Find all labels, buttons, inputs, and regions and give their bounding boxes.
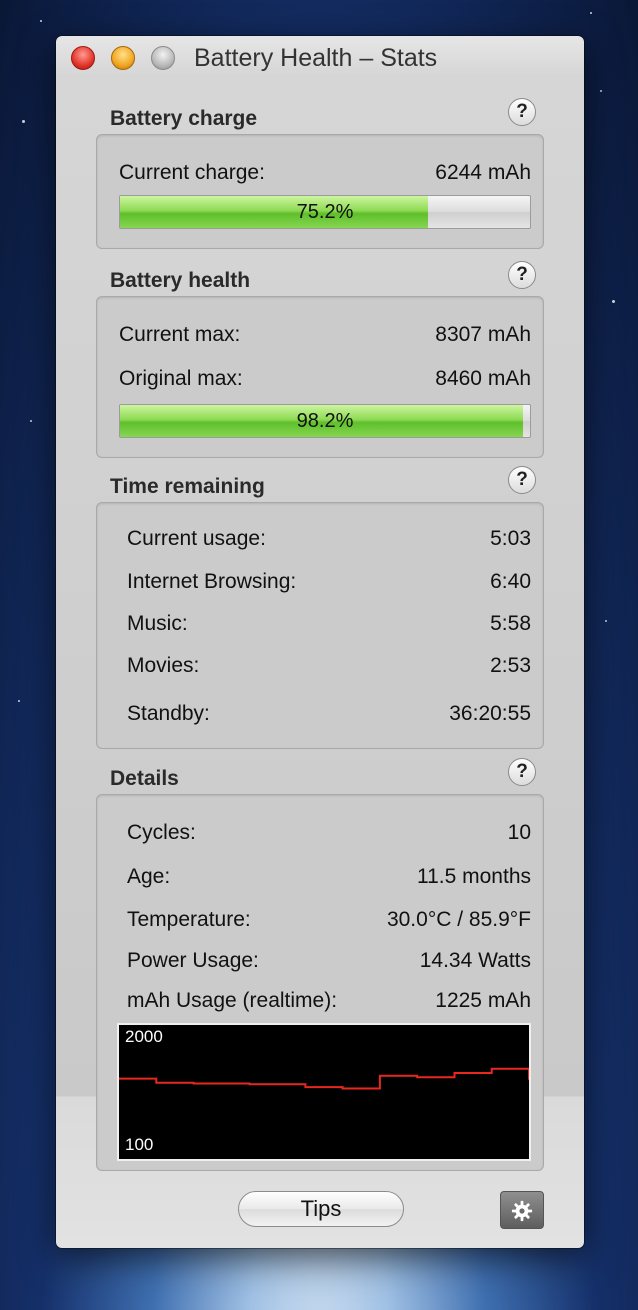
current-max-value: 8307 mAh — [435, 323, 531, 346]
time-row-value: 6:40 — [490, 570, 531, 593]
gear-icon — [511, 1200, 533, 1222]
time-remaining-help-button[interactable]: ? — [508, 466, 536, 494]
detail-row-value: 1225 mAh — [435, 989, 531, 1012]
time-row-label: Current usage: — [127, 527, 266, 550]
battery-charge-title: Battery charge — [110, 107, 258, 130]
desktop-star — [30, 420, 32, 422]
detail-row-label: Power Usage: — [127, 949, 259, 972]
health-progress-bar: 98.2% — [119, 404, 531, 438]
settings-button[interactable] — [500, 1191, 544, 1229]
desktop-star — [22, 120, 25, 123]
detail-row-value: 11.5 months — [416, 865, 531, 888]
health-percent-text: 98.2% — [296, 410, 354, 432]
detail-row-value: 30.0°C / 85.9°F — [386, 908, 531, 931]
detail-row-value: 14.34 Watts — [419, 949, 531, 972]
time-row-label: Internet Browsing: — [127, 570, 297, 593]
time-row-value: 5:58 — [490, 612, 531, 635]
time-row-value: 36:20:55 — [449, 702, 531, 725]
current-charge-value: 6244 mAh — [435, 161, 531, 184]
detail-row-label: Cycles: — [127, 821, 196, 844]
time-remaining-title: Time remaining — [110, 475, 265, 498]
chart-min-label: 100 — [125, 1135, 154, 1154]
battery-health-help-button[interactable]: ? — [508, 261, 536, 289]
chart-max-label: 2000 — [125, 1027, 163, 1046]
question-mark-icon: ? — [516, 264, 528, 285]
details-title: Details — [110, 767, 179, 790]
battery-health-title: Battery health — [110, 269, 251, 292]
original-max-value: 8460 mAh — [435, 367, 531, 390]
window-title: Battery Health – Stats — [194, 44, 438, 72]
desktop-star — [40, 20, 42, 22]
current-charge-label: Current charge: — [119, 161, 265, 184]
time-remaining-panel: Current usage: 5:03 Internet Browsing: 6… — [96, 502, 544, 749]
minimize-button[interactable] — [111, 46, 135, 70]
detail-row-label: Age: — [127, 865, 171, 888]
mah-usage-series-line — [119, 1067, 529, 1090]
title-bar[interactable]: Battery Health – Stats — [56, 36, 584, 82]
close-button[interactable] — [71, 46, 95, 70]
desktop-star — [18, 700, 20, 702]
detail-row-label: Temperature: — [127, 908, 251, 931]
time-row-value: 5:03 — [490, 527, 531, 550]
battery-health-panel: Current max: 8307 mAh Original max: 8460… — [96, 296, 544, 458]
current-max-label: Current max: — [119, 323, 241, 346]
details-panel: Cycles: 10 Age: 11.5 months Temperature:… — [96, 794, 544, 1171]
time-row-value: 2:53 — [490, 654, 531, 677]
tips-button[interactable]: Tips — [238, 1191, 404, 1227]
question-mark-icon: ? — [516, 469, 528, 490]
time-row-label: Movies: — [127, 654, 200, 677]
question-mark-icon: ? — [516, 761, 528, 782]
battery-charge-panel: Current charge: 6244 mAh 75.2% — [96, 134, 544, 249]
time-row-label: Music: — [127, 612, 188, 635]
charge-progress-bar: 75.2% — [119, 195, 531, 229]
detail-row-value: 10 — [507, 821, 531, 844]
desktop-star — [600, 90, 602, 92]
question-mark-icon: ? — [516, 101, 528, 122]
mah-usage-chart-plot — [119, 1067, 529, 1090]
battery-charge-help-button[interactable]: ? — [508, 98, 536, 126]
time-row-label: Standby: — [127, 702, 210, 725]
battery-health-window: Battery Health – Stats Battery charge ? … — [56, 36, 584, 1248]
detail-row-label: mAh Usage (realtime): — [127, 989, 338, 1012]
desktop-star — [612, 300, 615, 303]
desktop-star — [590, 12, 592, 14]
charge-percent-text: 75.2% — [296, 201, 354, 223]
desktop-star — [605, 620, 607, 622]
zoom-button[interactable] — [151, 46, 175, 70]
mah-usage-chart: 2000 100 — [117, 1023, 531, 1161]
original-max-label: Original max: — [119, 367, 243, 390]
details-help-button[interactable]: ? — [508, 758, 536, 786]
